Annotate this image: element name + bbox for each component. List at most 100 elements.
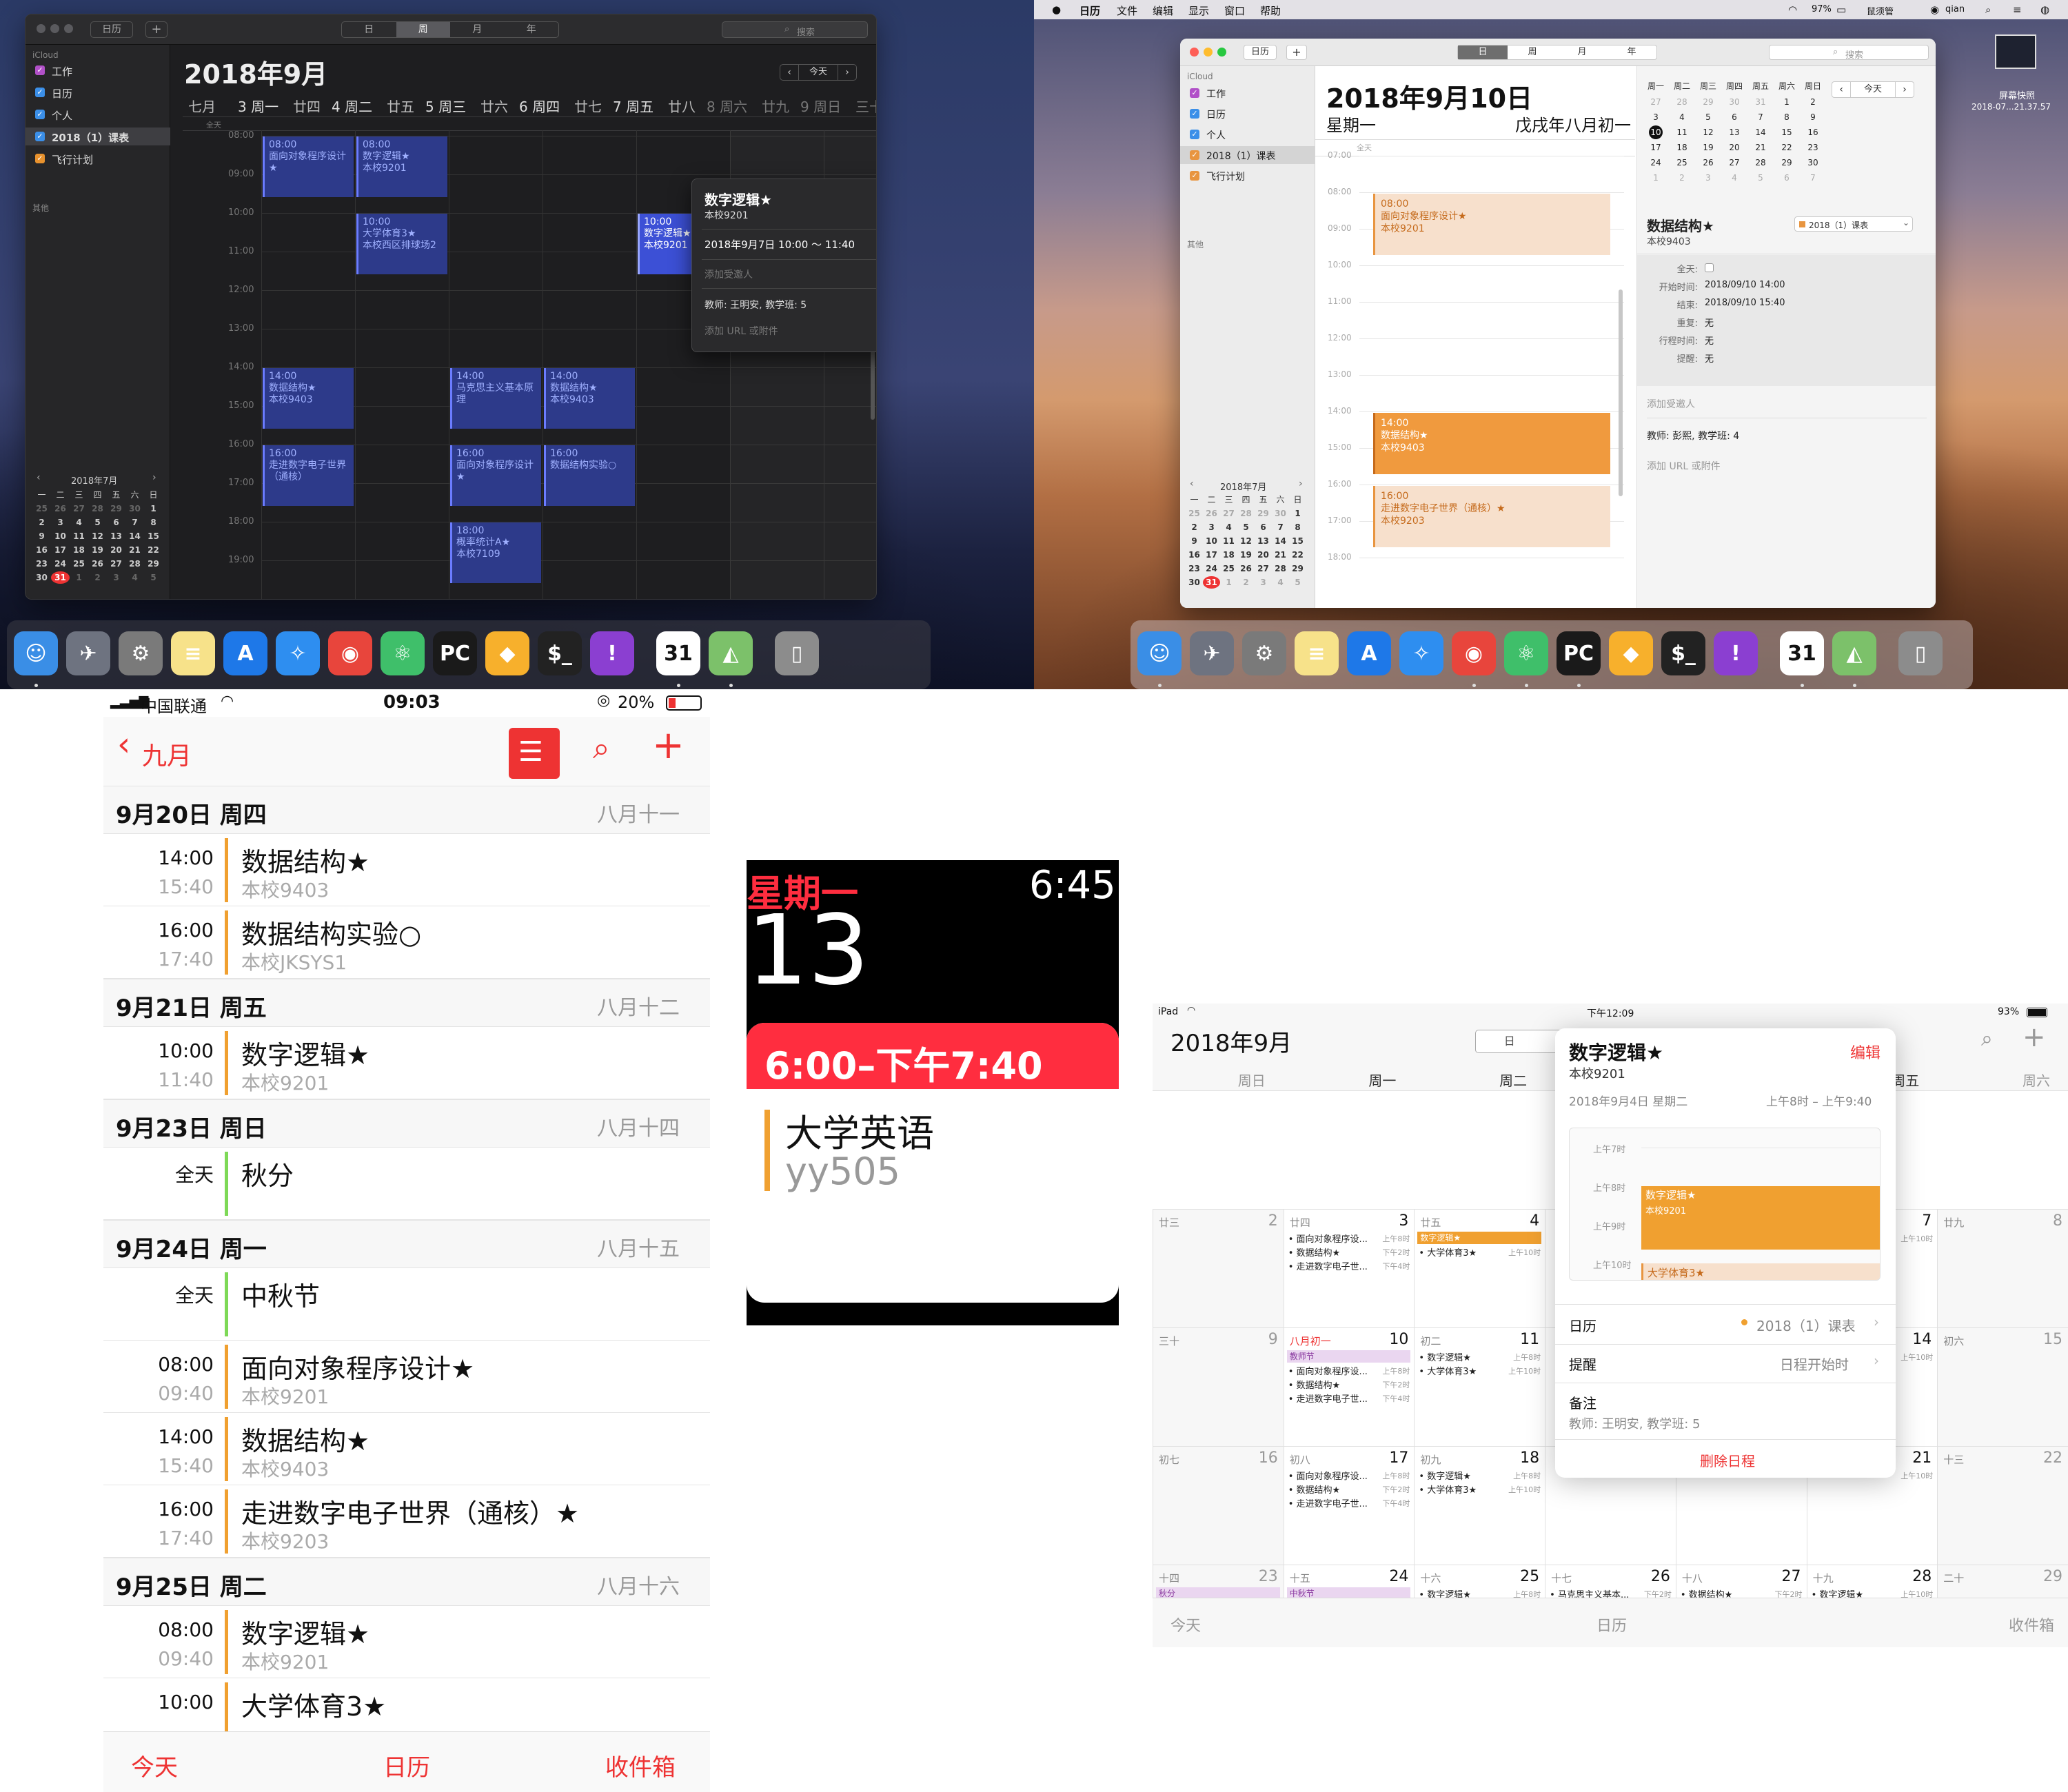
launchpad-icon[interactable]: ✈ <box>1190 631 1234 675</box>
week-header-day[interactable]: 4 周二 <box>332 96 372 116</box>
mini-day[interactable]: 15 <box>1774 125 1800 139</box>
terminal-icon[interactable]: $_ <box>538 631 582 675</box>
tab-calendars[interactable]: 日历 <box>383 1749 430 1782</box>
checkbox-checked-icon[interactable]: ✓ <box>35 154 45 163</box>
ipad-event[interactable]: • 大学体育3★ <box>1419 1364 1477 1377</box>
close-button[interactable] <box>37 24 45 33</box>
app-store-icon[interactable]: A <box>223 631 267 675</box>
mini-day[interactable]: 31 <box>1747 95 1774 109</box>
mini-day[interactable]: 1 <box>70 571 88 584</box>
maps-icon[interactable]: ◭ <box>1832 631 1876 675</box>
back-button[interactable]: 九月 <box>142 736 192 772</box>
mini-day[interactable]: 10 <box>1203 535 1220 547</box>
delete-event-button[interactable]: 删除日程 <box>1700 1450 1755 1470</box>
edit-button[interactable]: 编辑 <box>1850 1041 1881 1063</box>
mini-day[interactable]: 20 <box>1721 141 1747 154</box>
week-header-day[interactable]: 7 周五 <box>613 96 653 116</box>
event-row[interactable]: 全天 秋分 <box>103 1148 710 1220</box>
mini-day[interactable]: 29 <box>1774 156 1800 170</box>
calendar-event[interactable]: 16:00 走进数字电子世界（通核）★ 本校9203 <box>1373 486 1610 547</box>
mini-day[interactable]: 11 <box>1220 535 1237 547</box>
ipad-day-cell[interactable]: 三十 9 <box>1153 1327 1284 1446</box>
popover-title[interactable]: 数字逻辑★ <box>704 189 772 209</box>
mini-day[interactable]: 6 <box>1255 521 1272 533</box>
travel-value[interactable]: 无 <box>1705 334 1714 347</box>
mini-day[interactable]: 29 <box>144 558 163 570</box>
add-event-button[interactable]: + <box>145 21 168 38</box>
mini-day[interactable]: 15 <box>144 530 163 542</box>
popover-datetime[interactable]: 2018年9月7日 10:00 ～ 11:40 <box>704 237 855 252</box>
mini-day[interactable]: 19 <box>1237 549 1255 561</box>
ipad-event[interactable]: • 数据结构★ <box>1288 1483 1340 1496</box>
ipad-day-cell[interactable]: 初八 17 • 面向对象程序设... 上午8时 • 数据结构★ 下午2时 • 走进数字电子世… <box>1283 1446 1415 1565</box>
mini-day[interactable]: 19 <box>88 544 107 556</box>
battery-percent[interactable]: 97% <box>1812 4 1832 14</box>
tab-today[interactable]: 今天 <box>131 1749 178 1782</box>
ipad-event[interactable]: • 大学体育3★ <box>1419 1483 1477 1496</box>
mini-day[interactable]: 4 <box>1272 576 1289 589</box>
mini-day[interactable]: 7 <box>125 516 144 529</box>
mini-day[interactable]: 25 <box>1220 562 1237 575</box>
mini-day[interactable]: 6 <box>1774 171 1800 185</box>
mini-day[interactable]: 26 <box>88 558 107 570</box>
inspector-location[interactable]: 本校9403 <box>1647 234 1691 248</box>
mini-day[interactable]: 13 <box>107 530 125 542</box>
mini-day[interactable]: 8 <box>144 516 163 529</box>
repeat-value[interactable]: 无 <box>1705 316 1714 329</box>
mini-day[interactable]: 5 <box>1237 521 1255 533</box>
mini-day[interactable]: 7 <box>1800 171 1826 185</box>
ipad-event[interactable]: • 走进数字电子世... <box>1288 1259 1368 1272</box>
checkbox-checked-icon[interactable]: ✓ <box>35 132 45 141</box>
ipad-event[interactable]: • 数据结构★ <box>1288 1378 1340 1391</box>
input-method[interactable]: 鼠须管 <box>1867 4 1894 17</box>
calendar-event[interactable]: 14:00 马克思主义基本原理 <box>450 368 541 429</box>
mini-day[interactable]: 3 <box>1203 521 1220 533</box>
mini-day[interactable]: 27 <box>1255 562 1272 575</box>
mini-day[interactable]: 28 <box>1669 95 1695 109</box>
screenshot-file-icon[interactable] <box>1995 34 2036 69</box>
mini-day[interactable]: 3 <box>1695 171 1721 185</box>
checkbox-checked-icon[interactable]: ✓ <box>1190 130 1199 139</box>
mini-day[interactable]: 29 <box>1695 95 1721 109</box>
mini-day[interactable]: 18 <box>1220 549 1237 561</box>
mini-prev-icon[interactable]: ‹ <box>37 472 41 483</box>
trash-icon[interactable]: ▯ <box>1898 631 1943 675</box>
alert-value[interactable]: 无 <box>1705 352 1714 365</box>
mini-day[interactable]: 30 <box>1721 95 1747 109</box>
mini-day[interactable]: 27 <box>107 558 125 570</box>
sketch-icon[interactable]: ◆ <box>485 631 529 675</box>
checkbox-checked-icon[interactable]: ✓ <box>35 88 45 97</box>
notes-icon[interactable]: ≡ <box>1295 631 1339 675</box>
tab-day[interactable]: 日 <box>342 22 396 37</box>
event-row[interactable]: 全天 中秋节 <box>103 1268 710 1341</box>
mini-day[interactable]: 22 <box>1289 549 1306 561</box>
mini-day[interactable]: 4 <box>125 571 144 584</box>
calendar-event[interactable]: 08:00 面向对象程序设计★ <box>263 136 354 197</box>
ipad-tab-calendars[interactable]: 日历 <box>1596 1613 1627 1636</box>
event-row[interactable]: 08:00 09:40 数字逻辑★ 本校9201 <box>103 1606 710 1678</box>
mini-day[interactable]: 2 <box>1669 171 1695 185</box>
ipad-tab-day[interactable]: 日 <box>1476 1030 1543 1052</box>
calendar-event[interactable]: 14:00 数据结构★ 本校9403 <box>1373 413 1610 474</box>
mini-day[interactable]: 30 <box>32 571 51 584</box>
mini-day[interactable]: 1 <box>144 502 163 515</box>
mini-day[interactable]: 30 <box>1800 156 1826 170</box>
menu-edit[interactable]: 编辑 <box>1153 3 1173 18</box>
mini-day[interactable]: 12 <box>1695 125 1721 139</box>
add-url[interactable]: 添加 URL 或附件 <box>1647 459 1721 473</box>
calendar-event[interactable]: 14:00 数据结构★ 本校9403 <box>544 368 635 429</box>
mini-day[interactable]: 7 <box>1272 521 1289 533</box>
tab-year[interactable]: 年 <box>505 22 559 37</box>
mini-day[interactable]: 2 <box>1800 95 1826 109</box>
mini-day[interactable]: 17 <box>1643 141 1669 154</box>
prev-week-icon[interactable]: ‹ <box>780 65 798 80</box>
pycharm-icon[interactable]: PC <box>1557 631 1601 675</box>
calendar-event[interactable]: 14:00 数据结构★ 本校9403 <box>263 368 354 429</box>
sidebar-calendar-item[interactable]: ✓ 日历 <box>26 83 170 101</box>
mini-day[interactable]: 5 <box>1289 576 1306 589</box>
calendar-event[interactable]: 08:00 面向对象程序设计★ 本校9201 <box>1373 194 1610 255</box>
zoom-button[interactable] <box>1217 48 1226 57</box>
mini-day[interactable]: 29 <box>1289 562 1306 575</box>
mini-day[interactable]: 17 <box>1203 549 1220 561</box>
mini-day[interactable]: 9 <box>1186 535 1203 547</box>
